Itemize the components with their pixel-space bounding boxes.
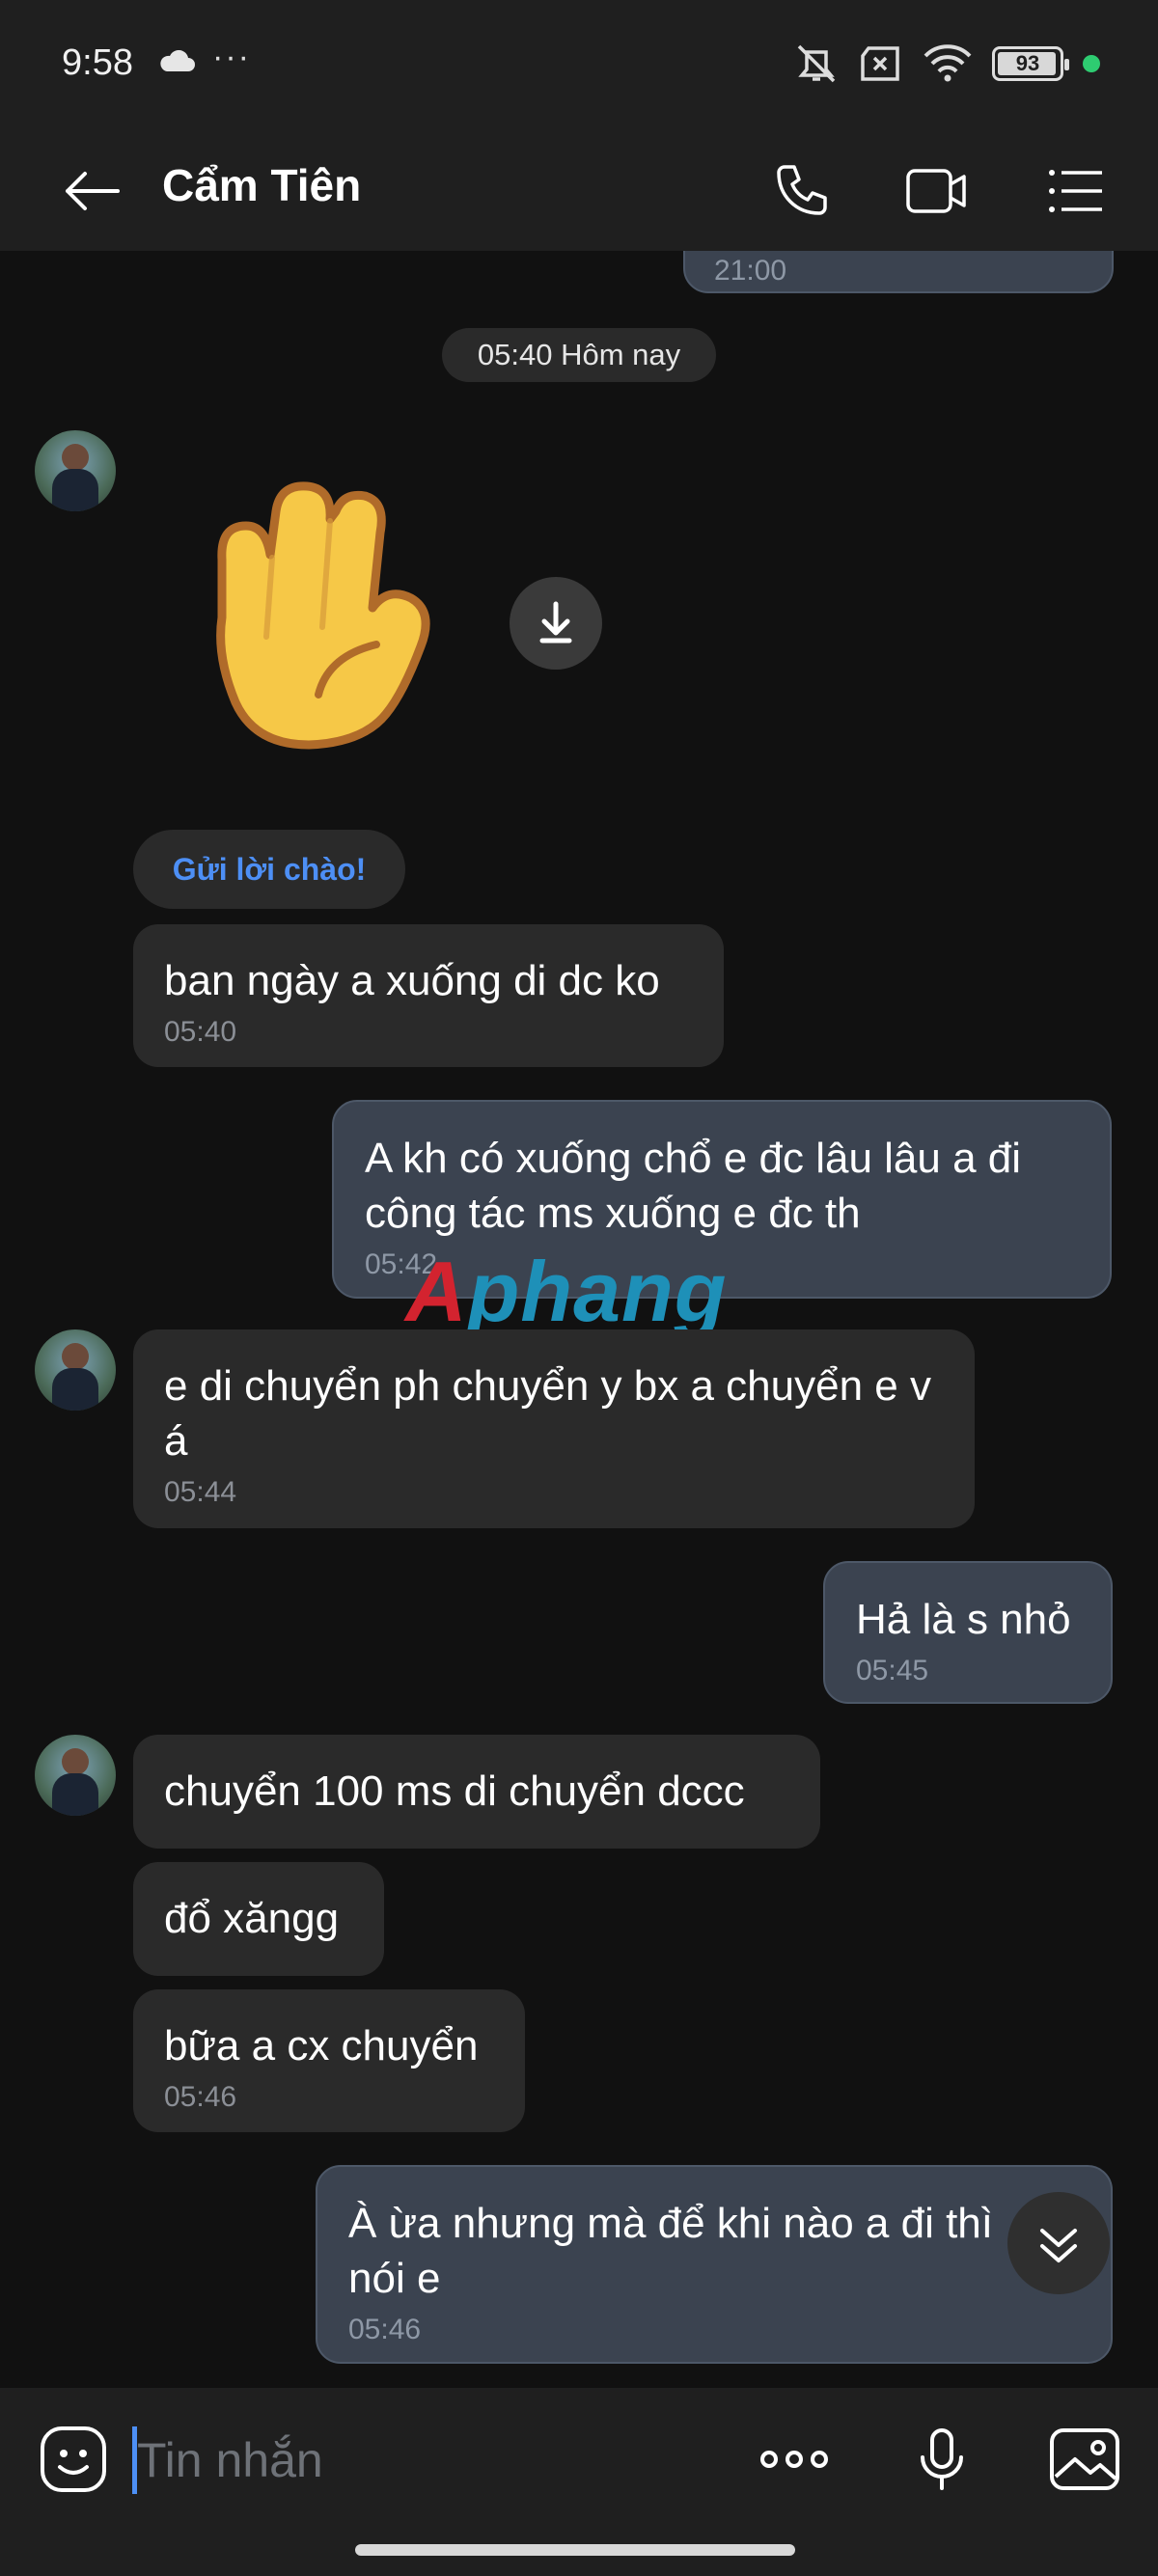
avatar[interactable] [35,1329,116,1411]
options-menu-icon[interactable] [1042,157,1110,225]
download-button[interactable] [510,577,602,670]
message-time: 05:40 [164,1016,237,1048]
no-sim-icon [861,46,899,81]
send-greeting-button[interactable]: Gửi lời chào! [133,830,405,909]
message-text: chuyển 100 ms di chuyển dccc [164,1768,745,1815]
scroll-to-bottom-button[interactable] [1007,2192,1110,2294]
chat-header: Cẩm Tiên [0,130,1158,251]
message-text: Hả là s nhỏ [856,1596,1071,1643]
message-bubble-received[interactable]: đổ xăngg [133,1862,384,1976]
message-text: A kh có xuống chổ e đc lâu lâu a đi công… [365,1135,1022,1237]
message-time: 21:00 [714,255,787,287]
waving-hand-sticker[interactable] [193,473,454,762]
message-time: 05:46 [164,2081,237,2113]
image-gallery-icon[interactable] [1048,2423,1121,2496]
double-chevron-down-icon [1040,2229,1077,2262]
message-time: 05:44 [164,1476,237,1508]
message-bubble-received[interactable]: chuyển 100 ms di chuyển dccc [133,1735,820,1849]
more-options-icon[interactable] [758,2423,831,2496]
mute-vibrate-icon [797,44,836,83]
avatar[interactable] [35,1735,116,1816]
previous-message-bubble[interactable]: 21:00 [683,251,1114,293]
message-text: ban ngày a xuống di dc ko [164,957,660,1004]
message-text: đổ xăngg [164,1895,340,1942]
battery-level: 93 [1015,51,1040,75]
date-separator: 05:40 Hôm nay [442,328,716,382]
battery-icon: 93 [992,46,1069,81]
more-notifications-icon: ··· [212,39,251,75]
message-text: bữa a cx chuyển [164,2022,479,2069]
watermark-logo: Aphang [405,1244,728,1339]
video-call-icon[interactable] [902,157,970,225]
microphone-icon[interactable] [905,2423,979,2496]
avatar[interactable] [35,430,116,511]
back-arrow-icon[interactable] [58,157,125,225]
status-time: 9:58 [62,42,133,83]
home-indicator[interactable] [355,2544,795,2556]
message-bubble-received[interactable]: e di chuyển ph chuyển y bx a chuyển e v … [133,1329,975,1528]
privacy-indicator-dot [1083,55,1100,72]
message-list[interactable]: 21:00 05:40 Hôm nay Gửi lời chào! ban ng… [0,251,1158,2388]
message-text: À ừa nhưng mà để khi nào a đi thì nói e [348,2200,993,2302]
phone-call-icon[interactable] [767,157,835,225]
message-input[interactable] [137,2425,716,2496]
message-text: e di chuyển ph chuyển y bx a chuyển e v … [164,1362,931,1465]
sticker-emoji-icon[interactable] [37,2423,110,2496]
message-bubble-received[interactable]: ban ngày a xuống di dc ko 05:40 [133,924,724,1067]
download-icon [539,601,572,644]
message-bubble-sent[interactable]: À ừa nhưng mà để khi nào a đi thì nói e … [316,2165,1113,2364]
message-time: 05:45 [856,1655,929,1686]
contact-name[interactable]: Cẩm Tiên [162,159,361,211]
status-bar: 9:58 ··· 93 [0,0,1158,130]
message-bubble-sent[interactable]: Hả là s nhỏ 05:45 [823,1561,1113,1704]
status-icons: 93 [793,42,1100,85]
wifi-icon [924,44,972,82]
cloud-icon [160,50,195,71]
message-time: 05:46 [348,2314,422,2345]
message-bubble-received[interactable]: bữa a cx chuyển 05:46 [133,1989,525,2132]
